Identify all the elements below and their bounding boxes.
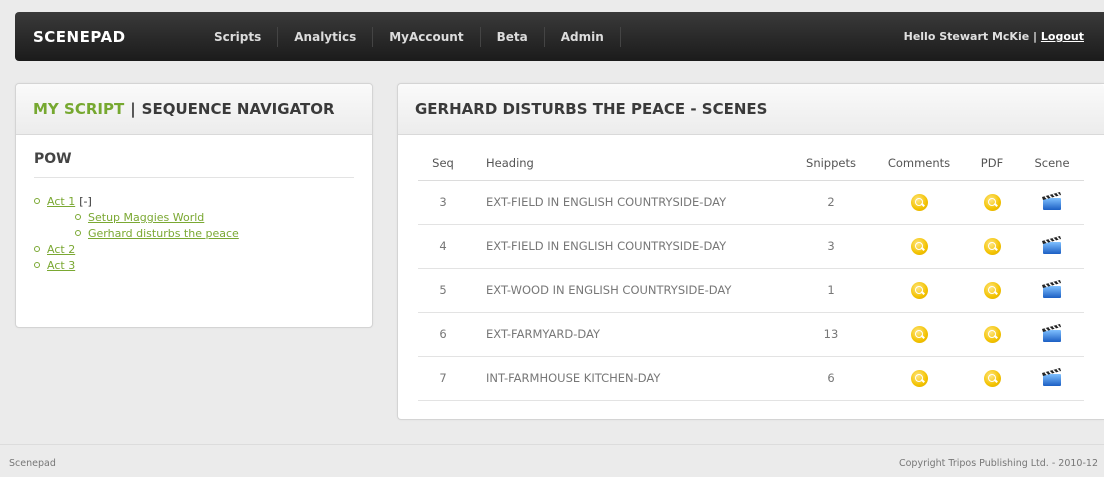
cell-scene <box>1020 356 1084 401</box>
cell-snippets: 3 <box>788 224 874 269</box>
cell-scene <box>1020 312 1084 357</box>
brand-logo[interactable]: SCENEPAD <box>33 28 198 46</box>
table-row[interactable]: 4 EXT-FIELD IN ENGLISH COUNTRYSIDE-DAY 3 <box>418 224 1084 269</box>
act3-link[interactable]: Act 3 <box>47 259 75 272</box>
tree-item-act1: Act 1 [-] <box>34 194 372 210</box>
bullet-icon <box>34 198 40 204</box>
cell-heading: EXT-FIELD IN ENGLISH COUNTRYSIDE-DAY <box>468 180 788 225</box>
comments-search-icon[interactable] <box>910 281 928 299</box>
user-divider: | <box>1033 30 1038 43</box>
nav-scripts[interactable]: Scripts <box>198 26 279 47</box>
bullet-icon <box>34 246 40 252</box>
cell-pdf <box>964 224 1020 269</box>
comments-search-icon[interactable] <box>910 193 928 211</box>
scenes-table: Seq Heading Snippets Comments PDF Scene … <box>418 146 1084 401</box>
clapperboard-icon[interactable] <box>1041 323 1063 346</box>
nav-admin[interactable]: Admin <box>545 26 621 47</box>
cell-snippets: 2 <box>788 180 874 225</box>
pdf-search-icon[interactable] <box>983 281 1001 299</box>
title-separator: | <box>130 100 136 118</box>
panel-title: MY SCRIPT | SEQUENCE NAVIGATOR <box>16 84 372 135</box>
cell-scene <box>1020 268 1084 313</box>
footer-app-name: Scenepad <box>9 458 56 469</box>
col-snippets: Snippets <box>788 146 874 181</box>
comments-search-icon[interactable] <box>910 369 928 387</box>
main-nav: Scripts Analytics MyAccount Beta Admin <box>198 12 621 61</box>
bullet-icon <box>34 262 40 268</box>
cell-comments <box>874 312 964 357</box>
cell-snippets: 6 <box>788 356 874 401</box>
cell-pdf <box>964 268 1020 313</box>
table-row[interactable]: 3 EXT-FIELD IN ENGLISH COUNTRYSIDE-DAY 2 <box>418 180 1084 225</box>
table-row[interactable]: 5 EXT-WOOD IN ENGLISH COUNTRYSIDE-DAY 1 <box>418 268 1084 313</box>
scenes-panel: GERHARD DISTURBS THE PEACE - SCENES Seq … <box>397 83 1104 420</box>
pdf-search-icon[interactable] <box>983 325 1001 343</box>
sequence-navigator-panel: MY SCRIPT | SEQUENCE NAVIGATOR POW Act 1… <box>15 83 373 328</box>
nav-myaccount[interactable]: MyAccount <box>373 26 481 47</box>
footer-divider <box>0 444 1104 445</box>
nav-analytics[interactable]: Analytics <box>278 26 374 47</box>
footer-copyright: Copyright Tripos Publishing Ltd. - 2010-… <box>898 458 1098 469</box>
pdf-search-icon[interactable] <box>983 237 1001 255</box>
tree-item-act2: Act 2 <box>34 242 372 258</box>
sequence-tree: Act 1 [-] Setup Maggies World Gerhard dis… <box>34 194 372 274</box>
bullet-icon <box>75 214 81 220</box>
cell-pdf <box>964 180 1020 225</box>
cell-comments <box>874 268 964 313</box>
col-heading: Heading <box>468 146 788 181</box>
cell-seq: 7 <box>418 356 468 401</box>
scenes-title: GERHARD DISTURBS THE PEACE - SCENES <box>398 84 1104 135</box>
clapperboard-icon[interactable] <box>1041 191 1063 214</box>
script-name: POW <box>34 151 354 178</box>
tree-item-act3: Act 3 <box>34 258 372 274</box>
cell-heading: EXT-FARMYARD-DAY <box>468 312 788 357</box>
cell-pdf <box>964 312 1020 357</box>
sequence-link-gerhard[interactable]: Gerhard disturbs the peace <box>88 227 239 240</box>
col-scene: Scene <box>1020 146 1084 181</box>
cell-scene <box>1020 180 1084 225</box>
cell-snippets: 13 <box>788 312 874 357</box>
clapperboard-icon[interactable] <box>1041 367 1063 390</box>
cell-comments <box>874 356 964 401</box>
tree-item-setup: Setup Maggies World <box>75 210 372 226</box>
collapse-toggle[interactable]: [-] <box>79 195 92 208</box>
cell-comments <box>874 224 964 269</box>
pdf-search-icon[interactable] <box>983 369 1001 387</box>
tree-item-gerhard: Gerhard disturbs the peace <box>75 226 372 242</box>
logout-link[interactable]: Logout <box>1041 30 1084 43</box>
cell-seq: 4 <box>418 224 468 269</box>
cell-seq: 5 <box>418 268 468 313</box>
sequence-navigator-title: SEQUENCE NAVIGATOR <box>141 100 335 118</box>
my-script-link[interactable]: MY SCRIPT <box>33 100 124 118</box>
cell-pdf <box>964 356 1020 401</box>
col-pdf: PDF <box>964 146 1020 181</box>
bullet-icon <box>75 230 81 236</box>
cell-seq: 6 <box>418 312 468 357</box>
pdf-search-icon[interactable] <box>983 193 1001 211</box>
nav-beta[interactable]: Beta <box>481 26 545 47</box>
clapperboard-icon[interactable] <box>1041 235 1063 258</box>
cell-snippets: 1 <box>788 268 874 313</box>
cell-seq: 3 <box>418 180 468 225</box>
comments-search-icon[interactable] <box>910 325 928 343</box>
table-row[interactable]: 6 EXT-FARMYARD-DAY 13 <box>418 312 1084 357</box>
cell-scene <box>1020 224 1084 269</box>
cell-comments <box>874 180 964 225</box>
top-navbar: SCENEPAD Scripts Analytics MyAccount Bet… <box>15 12 1104 61</box>
user-box: Hello Stewart McKie | Logout <box>904 30 1084 43</box>
table-header-row: Seq Heading Snippets Comments PDF Scene <box>418 146 1084 181</box>
act1-link[interactable]: Act 1 <box>47 195 75 208</box>
cell-heading: EXT-FIELD IN ENGLISH COUNTRYSIDE-DAY <box>468 224 788 269</box>
col-seq: Seq <box>418 146 468 181</box>
cell-heading: EXT-WOOD IN ENGLISH COUNTRYSIDE-DAY <box>468 268 788 313</box>
cell-heading: INT-FARMHOUSE KITCHEN-DAY <box>468 356 788 401</box>
clapperboard-icon[interactable] <box>1041 279 1063 302</box>
user-greeting: Hello Stewart McKie <box>903 30 1030 43</box>
act2-link[interactable]: Act 2 <box>47 243 75 256</box>
table-row[interactable]: 7 INT-FARMHOUSE KITCHEN-DAY 6 <box>418 356 1084 401</box>
sequence-link-setup[interactable]: Setup Maggies World <box>88 211 204 224</box>
comments-search-icon[interactable] <box>910 237 928 255</box>
col-comments: Comments <box>874 146 964 181</box>
